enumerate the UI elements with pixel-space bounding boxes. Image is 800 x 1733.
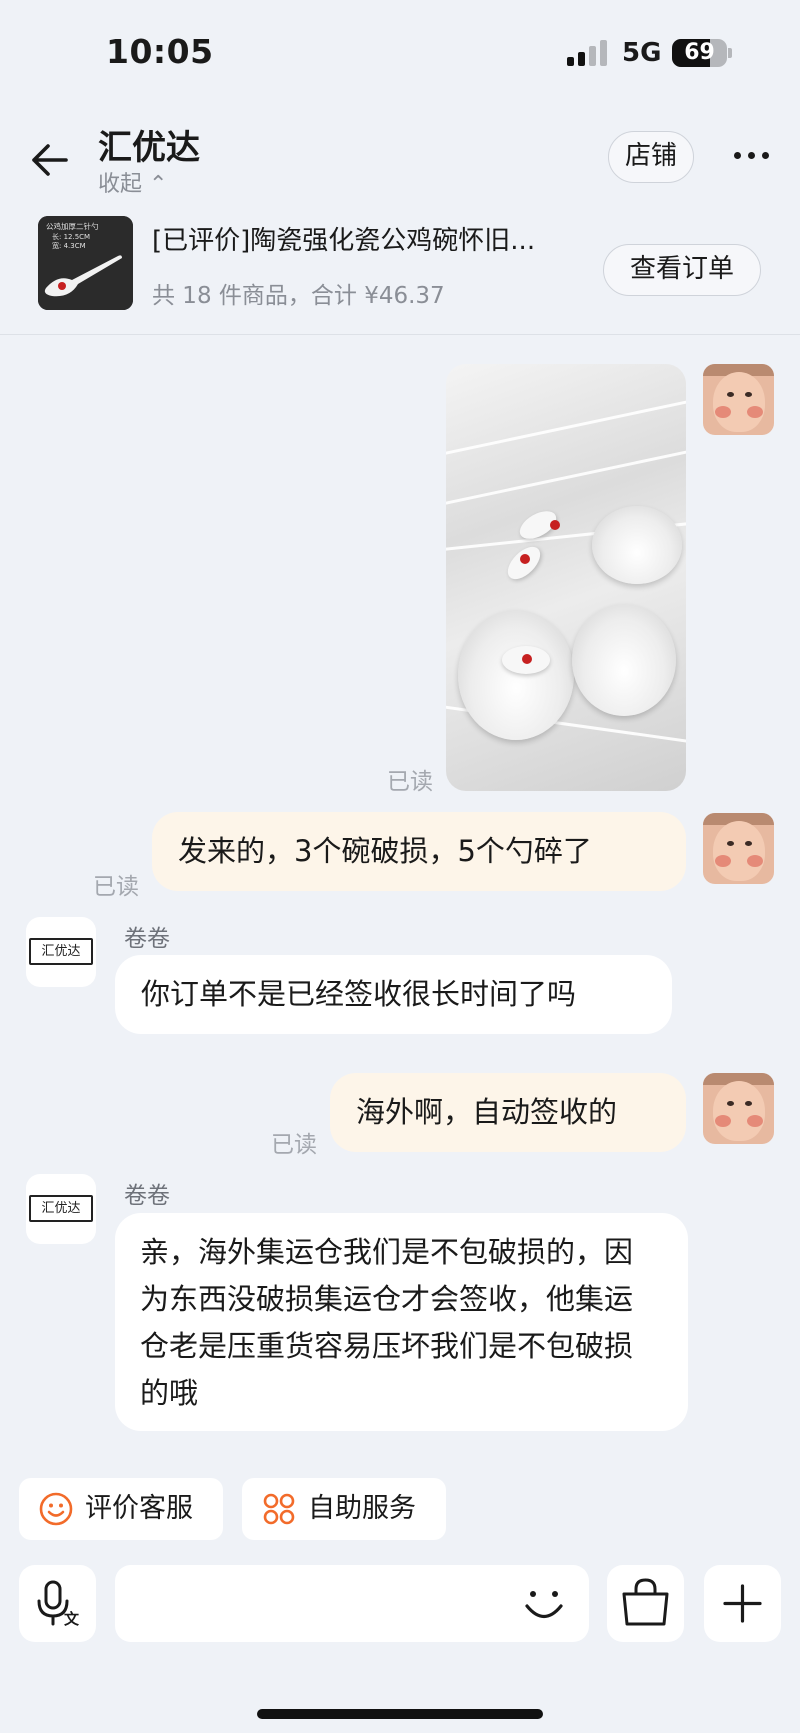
arrow-left-icon <box>32 144 68 176</box>
smiley-icon <box>39 1492 73 1526</box>
back-button[interactable] <box>28 137 74 183</box>
svg-text:公鸡加厚二针勺: 公鸡加厚二针勺 <box>46 221 99 231</box>
my-avatar[interactable] <box>703 813 774 884</box>
sender-name: 卷卷 <box>124 1183 170 1209</box>
more-input-button[interactable] <box>704 1565 781 1642</box>
message-input[interactable] <box>115 1565 589 1642</box>
shop-avatar[interactable]: 汇优达 <box>26 1174 96 1244</box>
more-dot <box>762 152 769 159</box>
more-options-button[interactable] <box>730 144 774 168</box>
order-product-thumbnail[interactable]: 公鸡加厚二针勺 长: 12.5CM 宽: 4.3CM <box>38 216 133 310</box>
read-receipt: 已读 <box>387 769 433 795</box>
order-summary: 共 18 件商品，合计 ¥46.37 <box>152 283 445 309</box>
read-receipt: 已读 <box>93 874 139 900</box>
signal-icon <box>567 40 609 66</box>
shop-avatar[interactable]: 汇优达 <box>26 917 96 987</box>
rate-service-button[interactable]: 评价客服 <box>19 1478 223 1540</box>
shopping-bag-icon <box>622 1578 669 1626</box>
status-bar: 10:05 5G 69 <box>0 0 800 110</box>
chat-title: 汇优达 <box>98 128 200 168</box>
svg-text:长: 12.5CM: 长: 12.5CM <box>52 232 90 241</box>
battery-level: 69 <box>684 40 715 65</box>
more-dot <box>748 152 755 159</box>
svg-text:宽: 4.3CM: 宽: 4.3CM <box>52 241 86 250</box>
shop-avatar-text: 汇优达 <box>29 938 93 965</box>
message-bubble-theirs[interactable]: 你订单不是已经签收很长时间了吗 <box>115 955 672 1034</box>
voice-input-button[interactable]: 文 <box>19 1565 96 1642</box>
store-button[interactable]: 店铺 <box>608 131 694 183</box>
spoon-product-image: 公鸡加厚二针勺 长: 12.5CM 宽: 4.3CM <box>38 216 133 310</box>
message-photo[interactable] <box>446 364 686 791</box>
self-service-label: 自助服务 <box>308 1493 416 1524</box>
shopping-bag-button[interactable] <box>607 1565 684 1642</box>
order-title[interactable]: [已评价]陶瓷强化瓷公鸡碗怀旧... <box>152 220 590 257</box>
read-receipt: 已读 <box>271 1132 317 1158</box>
grid-icon <box>263 1493 295 1525</box>
my-avatar[interactable] <box>703 1073 774 1144</box>
message-bubble-mine[interactable]: 海外啊，自动签收的 <box>330 1073 686 1152</box>
svg-text:文: 文 <box>64 1610 80 1628</box>
emoji-icon[interactable] <box>519 1579 569 1629</box>
battery-icon: 69 <box>672 39 727 67</box>
rate-service-label: 评价客服 <box>85 1493 193 1524</box>
self-service-button[interactable]: 自助服务 <box>242 1478 446 1540</box>
shop-avatar-text: 汇优达 <box>29 1195 93 1222</box>
message-bubble-theirs[interactable]: 亲，海外集运仓我们是不包破损的，因为东西没破损集运仓才会签收，他集运仓老是压重货… <box>115 1213 688 1431</box>
home-indicator <box>257 1709 543 1719</box>
battery-nub <box>728 48 732 58</box>
collapse-toggle[interactable]: 收起 ⌃ <box>98 166 167 198</box>
sender-name: 卷卷 <box>124 926 170 952</box>
message-bubble-mine[interactable]: 发来的，3个碗破损，5个勺碎了 <box>152 812 686 891</box>
status-time: 10:05 <box>106 32 214 71</box>
more-dots-icon <box>734 152 741 159</box>
view-order-button[interactable]: 查看订单 <box>603 244 761 296</box>
my-avatar[interactable] <box>703 364 774 435</box>
microphone-translate-icon: 文 <box>37 1580 80 1628</box>
network-type: 5G <box>622 38 662 68</box>
header-divider <box>0 334 800 335</box>
plus-icon <box>723 1584 762 1623</box>
